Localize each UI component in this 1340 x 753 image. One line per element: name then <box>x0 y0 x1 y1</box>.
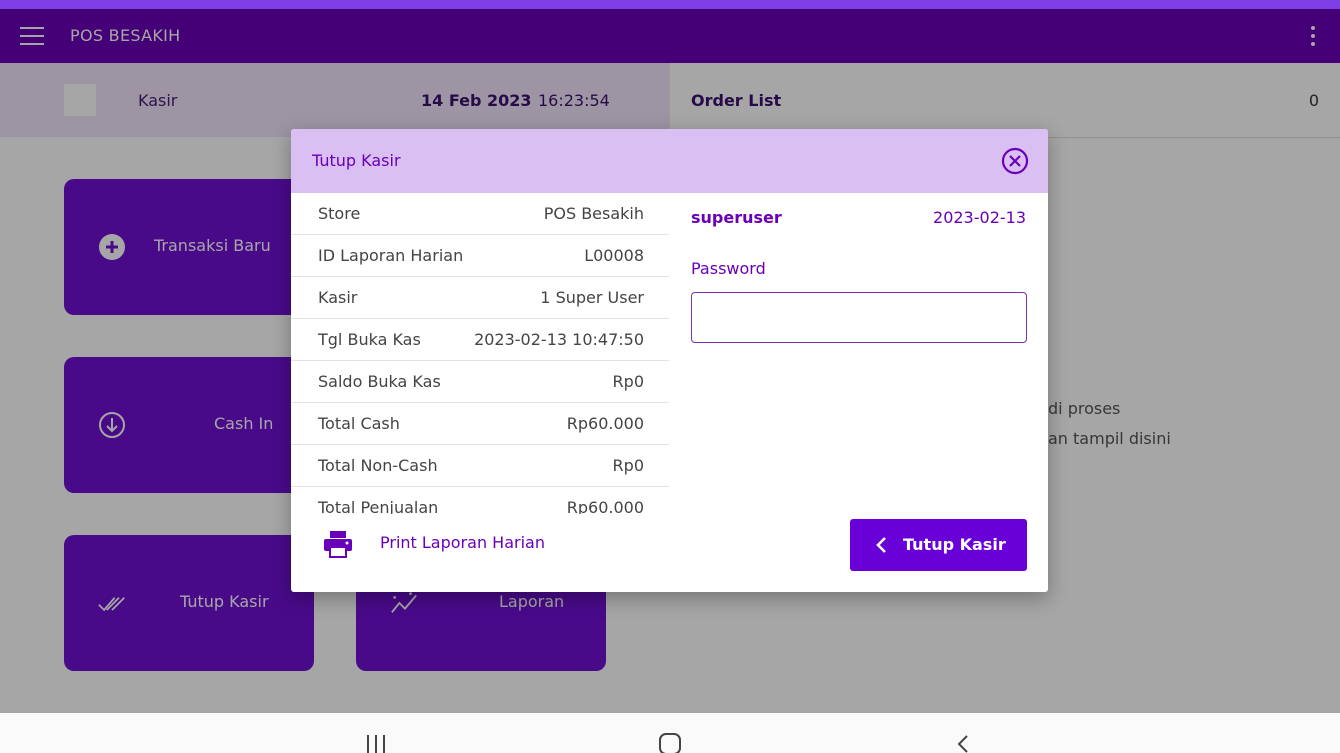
chevron-left-icon <box>876 537 886 553</box>
system-nav-bar <box>0 713 1340 753</box>
report-row-label: Tgl Buka Kas <box>318 330 421 349</box>
close-icon[interactable] <box>1001 147 1029 175</box>
report-row-value: 2023-02-13 10:47:50 <box>474 330 644 349</box>
username: superuser <box>691 208 782 227</box>
password-label: Password <box>691 259 766 278</box>
report-row-label: Saldo Buka Kas <box>318 372 441 391</box>
report-row-label: Kasir <box>318 288 358 307</box>
report-row-label: Total Cash <box>318 414 400 433</box>
close-cashier-button-label: Tutup Kasir <box>903 535 1006 554</box>
report-row-value: Rp0 <box>612 372 644 391</box>
password-input[interactable] <box>691 292 1027 343</box>
dialog-title: Tutup Kasir <box>312 151 401 170</box>
report-row-label: Total Penjualan <box>318 498 439 514</box>
report-row: Tgl Buka Kas 2023-02-13 10:47:50 <box>291 319 669 361</box>
report-row: Saldo Buka Kas Rp0 <box>291 361 669 403</box>
report-row-value: 1 Super User <box>540 288 644 307</box>
daily-report-list[interactable]: Store POS Besakih ID Laporan Harian L000… <box>291 193 669 514</box>
recent-apps-icon[interactable] <box>366 735 386 753</box>
report-row: Store POS Besakih <box>291 193 669 235</box>
report-row-value: L00008 <box>584 246 644 265</box>
close-cashier-button[interactable]: Tutup Kasir <box>850 519 1027 571</box>
report-row-label: ID Laporan Harian <box>318 246 464 265</box>
report-row: Total Penjualan Rp60.000 <box>291 487 669 514</box>
report-row-value: Rp0 <box>612 456 644 475</box>
report-row-value: POS Besakih <box>543 204 644 223</box>
report-row: Total Non-Cash Rp0 <box>291 445 669 487</box>
report-row-value: Rp60.000 <box>566 414 644 433</box>
report-row: ID Laporan Harian L00008 <box>291 235 669 277</box>
status-bar <box>0 0 1340 9</box>
printer-icon[interactable] <box>323 530 353 558</box>
report-row: Kasir 1 Super User <box>291 277 669 319</box>
home-icon[interactable] <box>659 733 681 753</box>
report-row-label: Total Non-Cash <box>318 456 438 475</box>
report-row: Total Cash Rp60.000 <box>291 403 669 445</box>
print-daily-report-link[interactable]: Print Laporan Harian <box>380 533 545 552</box>
report-row-value: Rp60.000 <box>566 498 644 514</box>
back-icon[interactable] <box>956 735 970 753</box>
dialog-header: Tutup Kasir <box>291 129 1048 193</box>
close-cashier-dialog: Tutup Kasir Store POS Besakih ID Laporan… <box>291 129 1048 592</box>
report-row-label: Store <box>318 204 361 223</box>
session-date: 2023-02-13 <box>933 208 1026 227</box>
